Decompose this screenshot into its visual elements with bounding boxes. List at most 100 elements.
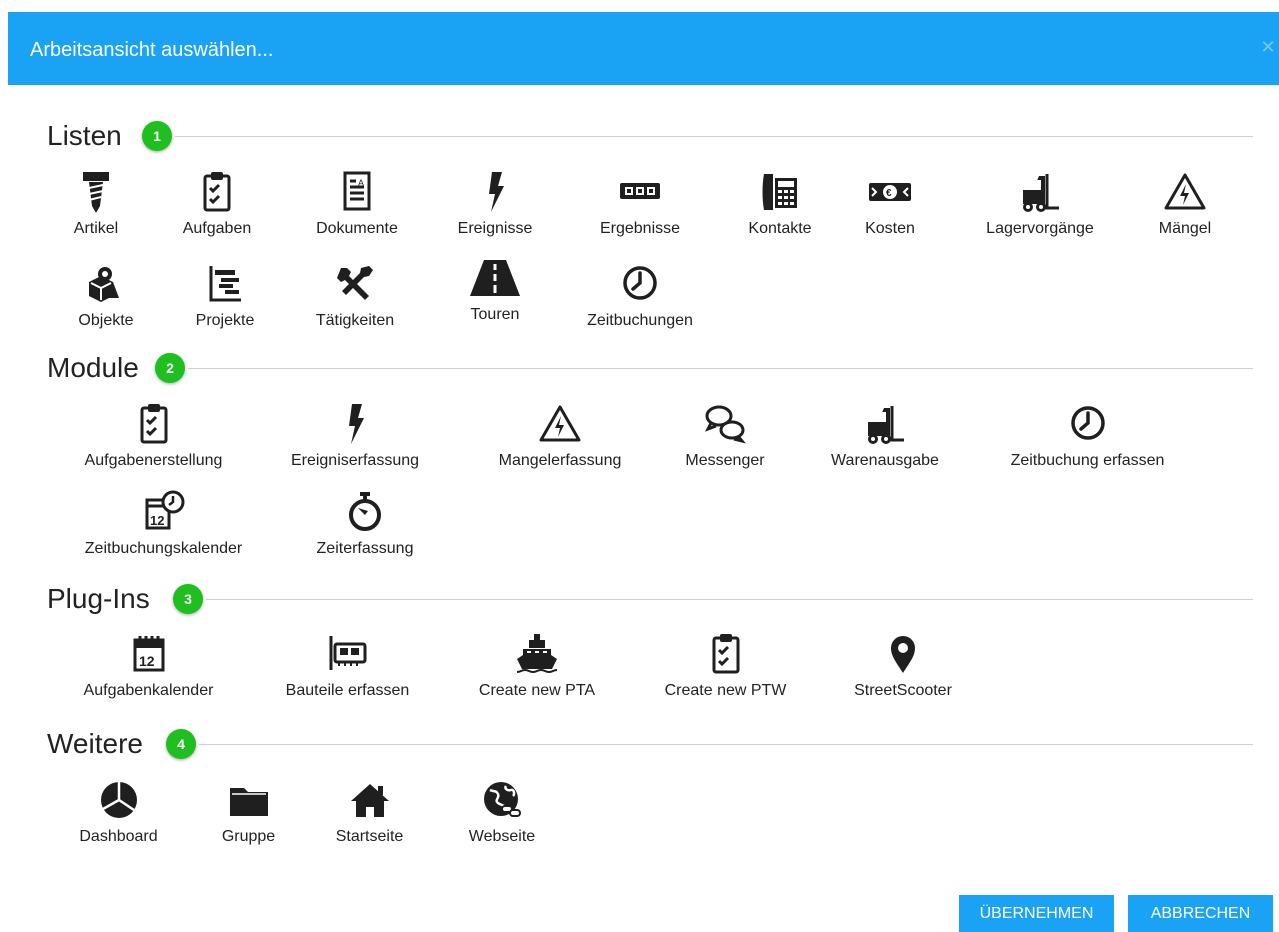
tile-webseite[interactable]: Webseite (452, 778, 552, 847)
pie-chart-icon (100, 782, 137, 818)
tile-ereignisse[interactable]: Ereignisse (440, 170, 550, 239)
section-module: Module 2 (47, 351, 1253, 389)
tile-aufgabenkalender[interactable]: 12 Aufgabenkalender (66, 632, 231, 701)
section-plugins: Plug-Ins 3 (47, 582, 1253, 620)
clipboard-check-icon (712, 634, 739, 674)
tile-label: Tätigkeiten (315, 312, 395, 329)
folder-icon (229, 788, 268, 816)
clipboard-check-icon (203, 172, 231, 212)
tile-bauteile-erfassen[interactable]: Bauteile erfassen (270, 632, 425, 701)
tile-label: Kosten (865, 220, 915, 237)
tile-label: Create new PTA (478, 682, 596, 699)
tile-gruppe[interactable]: Gruppe (206, 778, 291, 847)
close-icon[interactable]: ✕ (1257, 36, 1279, 58)
tile-maengel[interactable]: Mängel (1145, 170, 1225, 239)
clock-icon (1070, 406, 1105, 440)
tile-label: Lagervorgänge (986, 220, 1094, 237)
section-divider (206, 599, 1253, 600)
tile-label: Ergebnisse (599, 220, 681, 237)
section-divider (175, 136, 1253, 137)
tile-create-new-ptw[interactable]: Create new PTW (648, 632, 803, 701)
section-title: Listen (47, 120, 122, 151)
tile-label: StreetScooter (854, 682, 952, 699)
section-badge: 3 (173, 584, 203, 614)
section-badge: 1 (142, 121, 172, 151)
circuit-board-icon (329, 636, 366, 670)
svg-text:€: € (886, 188, 892, 199)
tile-label: Mängel (1158, 220, 1212, 237)
section-divider (188, 368, 1253, 369)
tile-label: Zeiterfassung (316, 540, 414, 557)
tile-label: Webseite (468, 828, 536, 845)
tile-zeitbuchung-erfassen[interactable]: Zeitbuchung erfassen (990, 402, 1185, 471)
tile-label: Zeitbuchung erfassen (1010, 452, 1165, 469)
forklift-icon (868, 406, 904, 444)
tile-label: Startseite (335, 828, 404, 845)
section-divider (199, 744, 1253, 745)
tile-aufgaben[interactable]: Aufgaben (172, 170, 262, 239)
section-title: Plug-Ins (47, 583, 150, 614)
svg-text:A: A (358, 178, 364, 188)
tile-mangelerfassung[interactable]: Mangelerfassung (480, 402, 640, 471)
svg-text:12: 12 (150, 513, 164, 528)
tile-projekte[interactable]: Projekte (180, 262, 270, 331)
lightning-icon (489, 172, 504, 212)
svg-text:12: 12 (139, 653, 155, 669)
tile-label: Messenger (685, 452, 765, 469)
tile-label: Objekte (78, 312, 134, 329)
tile-artikel[interactable]: Artikel (66, 170, 126, 239)
stopwatch-icon (349, 492, 381, 531)
tile-zeitbuchungen[interactable]: Zeitbuchungen (570, 262, 710, 331)
clock-icon (623, 266, 657, 300)
ship-icon (516, 634, 558, 674)
tile-startseite[interactable]: Startseite (322, 778, 417, 847)
map-pin-icon (891, 636, 915, 673)
tile-lagervorgaenge[interactable]: Lagervorgänge (970, 170, 1110, 239)
tile-label: Ereignisse (457, 220, 533, 237)
clipboard-check-icon (140, 404, 167, 444)
section-title: Module (47, 352, 139, 383)
phone-icon (762, 174, 797, 210)
apply-button[interactable]: ÜBERNEHMEN (959, 895, 1114, 932)
tile-dashboard[interactable]: Dashboard (66, 778, 171, 847)
tile-streetscooter[interactable]: StreetScooter (833, 632, 973, 701)
tile-ergebnisse[interactable]: Ergebnisse (585, 170, 695, 239)
tile-label: Aufgabenerstellung (84, 452, 223, 469)
tools-icon (337, 266, 373, 300)
cancel-button[interactable]: ABBRECHEN (1128, 895, 1273, 932)
tile-dokumente[interactable]: A Dokumente (292, 170, 422, 239)
tile-touren[interactable]: Touren (450, 256, 540, 325)
tile-kosten[interactable]: € Kosten (850, 170, 930, 239)
tile-taetigkeiten[interactable]: Tätigkeiten (300, 262, 410, 331)
globe-link-icon (484, 782, 521, 817)
tile-label: Dashboard (79, 828, 158, 845)
tile-messenger[interactable]: Messenger (670, 402, 780, 471)
tile-label: Dokumente (316, 220, 398, 237)
tile-label: Aufgaben (182, 220, 252, 237)
tile-label: Kontakte (748, 220, 812, 237)
tile-label: Zeitbuchungskalender (84, 540, 243, 557)
section-title: Weitere (47, 728, 143, 759)
tile-label: Mangelerfassung (498, 452, 622, 469)
tile-objekte[interactable]: Objekte (66, 262, 146, 331)
tile-warenausgabe[interactable]: Warenausgabe (815, 402, 955, 471)
tile-label: Touren (470, 306, 520, 323)
dialog-title: Arbeitsansicht auswählen... (30, 39, 274, 61)
dialog-header: Arbeitsansicht auswählen... ✕ (8, 12, 1279, 85)
tile-create-new-pta[interactable]: Create new PTA (462, 632, 612, 701)
tile-label: Artikel (73, 220, 119, 237)
tile-label: Warenausgabe (831, 452, 939, 469)
chat-bubbles-icon (704, 405, 746, 444)
document-icon: A (343, 171, 371, 211)
tile-kontakte[interactable]: Kontakte (735, 170, 825, 239)
gantt-icon (209, 266, 241, 302)
tile-aufgabenerstellung[interactable]: Aufgabenerstellung (66, 402, 241, 471)
tile-ereigniserfassung[interactable]: Ereigniserfassung (270, 402, 440, 471)
tile-label: Create new PTW (664, 682, 787, 699)
tile-zeiterfassung[interactable]: Zeiterfassung (290, 490, 440, 559)
tile-zeitbuchungskalender[interactable]: 12 Zeitbuchungskalender (66, 490, 261, 559)
tile-label: Ereigniserfassung (290, 452, 420, 469)
section-badge: 2 (155, 353, 185, 383)
tile-label: Projekte (195, 312, 255, 329)
road-icon (470, 260, 520, 296)
